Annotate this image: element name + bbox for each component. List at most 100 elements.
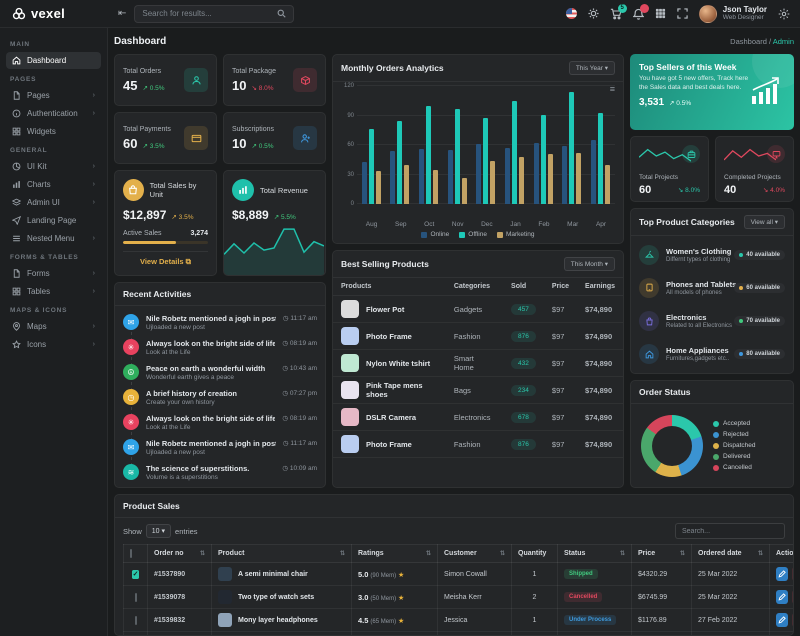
settings-gear-icon[interactable] [778,8,790,20]
sort-icon[interactable]: ⇅ [620,550,625,557]
row-checkbox[interactable] [135,616,137,625]
column-header-actions[interactable]: Actions [770,545,794,563]
table-row[interactable]: ✓#1537890A semi minimal chair5.0 (90 Mem… [124,563,794,586]
table-row[interactable]: Flower PotGadgets457$97$74,890 [333,296,623,323]
bar-group-jan[interactable] [505,101,524,204]
sidebar-item-ui-kit[interactable]: UI Kit› [6,158,101,175]
user-menu[interactable]: Json Taylor Web Designer [699,5,767,23]
column-header-product[interactable]: Product⇅ [212,545,352,563]
delete-button[interactable] [792,590,794,604]
breadcrumb-item[interactable]: Dashboard [730,37,767,46]
legend-item-online[interactable]: Online [421,231,449,238]
show-label: Show [123,527,142,536]
legend-item-marketing[interactable]: Marketing [497,231,535,238]
cart-icon[interactable]: 5 [610,8,622,20]
column-header-status[interactable]: Status⇅ [558,545,632,563]
sidebar-item-tables[interactable]: Tables› [6,283,101,300]
product-cell: Photo Frame [333,431,446,458]
delete-button[interactable] [792,613,794,627]
table-row[interactable]: #1539078Two type of watch sets3.0 (50 Me… [124,586,794,609]
search-input[interactable] [142,9,271,18]
table-row[interactable]: #1538267Sportive coloured shoes2.5 (15 M… [124,632,794,636]
bar-group-mar[interactable] [562,92,581,204]
sort-icon[interactable]: ⇅ [340,550,345,557]
search-icon[interactable] [277,9,286,18]
bar-group-aug[interactable] [362,129,381,204]
delete-button[interactable] [792,567,794,581]
bar-group-nov[interactable] [448,109,467,204]
view-details-link[interactable]: View Details ⧉ [123,251,208,267]
row-checkbox[interactable]: ✓ [132,570,140,579]
earnings-cell: $74,890 [577,431,623,458]
language-flag-icon[interactable] [566,8,577,19]
column-header-price[interactable]: Price⇅ [632,545,692,563]
product-name: Mony layer headphones [238,617,318,624]
bar-group-feb[interactable] [534,115,553,204]
fullscreen-icon[interactable] [677,8,688,19]
shopping-bag-icon [123,179,144,201]
category-item[interactable]: ElectronicsRelated to all Electronics70 … [639,311,785,331]
analytics-range-select[interactable]: This Year ▾ [569,61,615,75]
column-header-quantity[interactable]: Quantity [512,545,558,563]
sidebar-item-authentication[interactable]: Authentication› [6,105,101,122]
sort-icon[interactable]: ⇅ [426,550,431,557]
sort-icon[interactable]: ⇅ [500,550,505,557]
column-header-customer[interactable]: Customer⇅ [438,545,512,563]
sidebar-item-widgets[interactable]: Widgets [6,123,101,140]
sort-icon[interactable]: ⇅ [680,550,685,557]
sidebar-collapse-icon[interactable]: ⇤ [118,8,126,19]
category-item[interactable]: Phones and TabletsAll models of phones60… [639,278,785,298]
category-item[interactable]: Home AppliancesFurnitures,gadgets etc..8… [639,344,785,364]
sidebar-item-nested-menu[interactable]: Nested Menu› [6,230,101,247]
category-desc: Related to all Electronics [666,323,727,329]
table-row[interactable]: Photo FrameFashion876$97$74,890 [333,431,623,458]
entries-per-page-select[interactable]: 10 ▾ [146,524,171,538]
select-all-header[interactable] [124,545,148,563]
sidebar-item-forms[interactable]: Forms› [6,265,101,282]
apps-grid-icon[interactable] [655,8,666,19]
product-thumbnail [341,300,359,318]
sidebar-item-landing-page[interactable]: Landing Page [6,212,101,229]
table-search[interactable] [675,523,785,539]
bar-group-oct[interactable] [419,106,438,204]
column-header-ratings[interactable]: Ratings⇅ [352,545,438,563]
sidebar-item-charts[interactable]: Charts› [6,176,101,193]
column-header-price[interactable]: Price [544,278,577,296]
global-search[interactable] [134,5,294,23]
column-header-earnings[interactable]: Earnings [577,278,623,296]
theme-toggle-icon[interactable] [588,8,599,19]
sidebar-item-pages[interactable]: Pages› [6,87,101,104]
row-checkbox[interactable] [135,593,137,602]
table-row[interactable]: Nylon White tshirtSmart Home432$97$74,89… [333,350,623,377]
table-row[interactable]: Pink Tape mens shoesBags234$97$74,890 [333,377,623,404]
sidebar-item-icons[interactable]: Icons› [6,336,101,353]
categories-view-all-select[interactable]: View all ▾ [744,215,785,229]
brand-logo[interactable]: vexel [0,6,108,21]
bar-group-sep[interactable] [390,121,409,204]
bar-group-apr[interactable] [591,113,610,204]
table-search-input[interactable] [675,523,785,539]
price-cell: $97 [544,431,577,458]
bar-group-dec[interactable] [476,118,495,204]
edit-button[interactable] [776,567,788,581]
category-item[interactable]: Women's ClothingDiffernt types of clothi… [639,245,785,265]
sort-icon[interactable]: ⇅ [758,550,763,557]
sidebar-item-dashboard[interactable]: Dashboard [6,52,101,69]
table-row[interactable]: Photo FrameFashion876$97$74,890 [333,323,623,350]
table-row[interactable]: #1539832Mony layer headphones4.5 (65 Mem… [124,609,794,632]
column-header-products[interactable]: Products [333,278,446,296]
edit-button[interactable] [776,590,788,604]
column-header-order-no[interactable]: Order no⇅ [148,545,212,563]
notifications-bell-icon[interactable] [633,8,644,20]
sidebar-item-admin-ui[interactable]: Admin UI› [6,194,101,211]
select-all-checkbox[interactable] [130,549,132,558]
best-selling-range-select[interactable]: This Month ▾ [564,257,615,271]
column-header-ordered-date[interactable]: Ordered date⇅ [692,545,770,563]
table-row[interactable]: DSLR CameraElectronics678$97$74,890 [333,404,623,431]
sidebar-item-maps[interactable]: Maps› [6,318,101,335]
column-header-categories[interactable]: Categories [446,278,503,296]
column-header-sold[interactable]: Sold [503,278,544,296]
sort-icon[interactable]: ⇅ [200,550,205,557]
legend-item-offline[interactable]: Offline [459,231,487,238]
edit-button[interactable] [776,613,788,627]
